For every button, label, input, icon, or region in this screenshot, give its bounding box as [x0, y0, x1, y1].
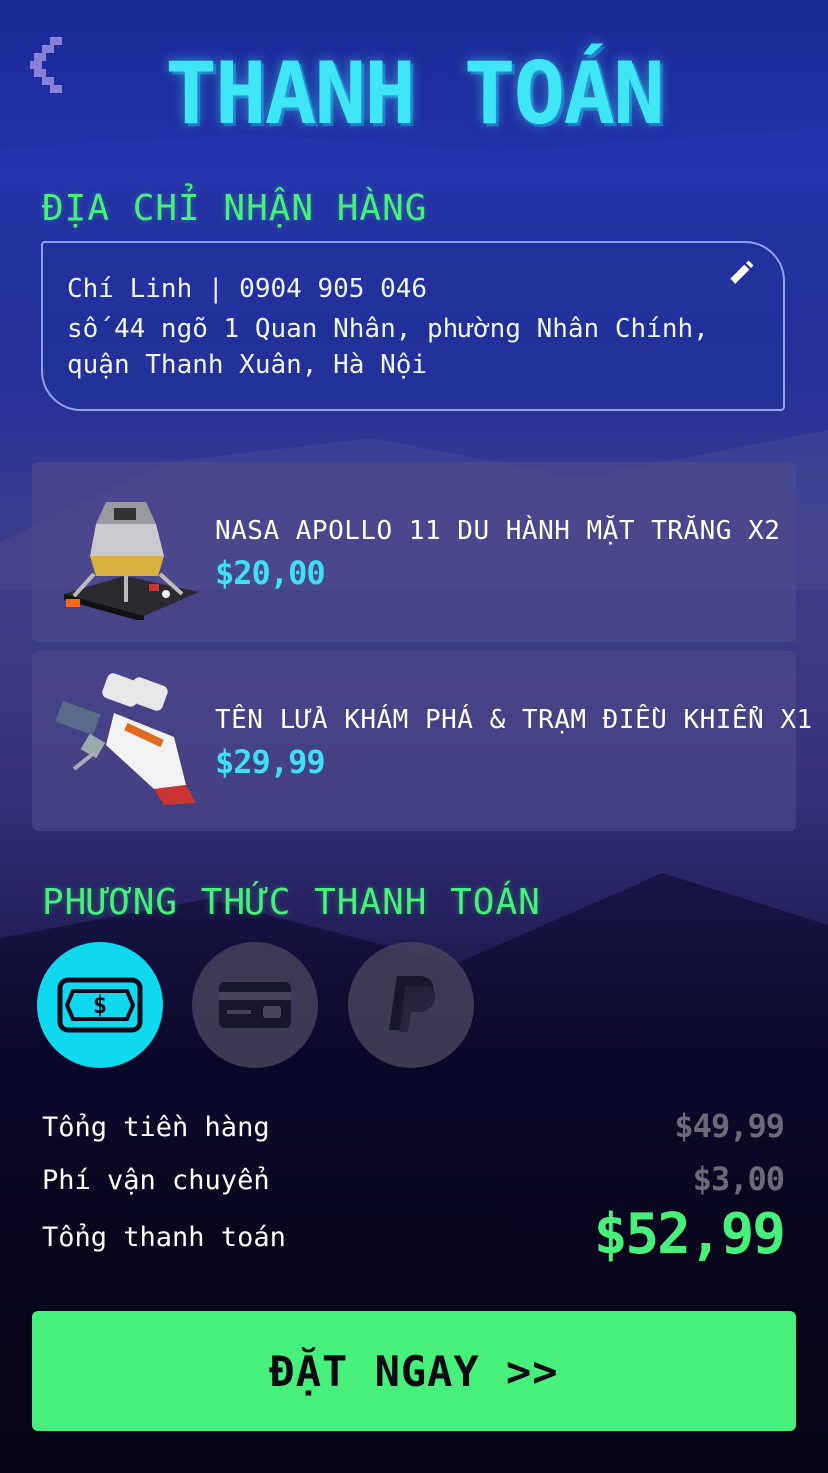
recipient-name-phone: Chí Linh | 0904 905 046 — [67, 274, 428, 304]
payment-method-cash[interactable]: $ — [37, 942, 163, 1068]
product-image-space-shuttle — [54, 673, 204, 809]
product-name: NASA APOLLO 11 DU HÀNH MẶT TRĂNG X2 — [215, 516, 781, 546]
pencil-icon — [728, 260, 754, 286]
product-card-1[interactable]: NASA APOLLO 11 DU HÀNH MẶT TRĂNG X2 $20,… — [32, 462, 796, 642]
total-label: Tổng thanh toán — [42, 1222, 286, 1253]
svg-text:$: $ — [93, 991, 107, 1019]
shipping-label: Phí vận chuyển — [42, 1165, 270, 1196]
credit-card-icon — [219, 982, 291, 1028]
product-price: $20,00 — [215, 554, 326, 592]
total-value: $52,99 — [593, 1202, 786, 1267]
space-shuttle-image — [55, 673, 196, 805]
address-card[interactable]: Chí Linh | 0904 905 046 số 44 ngõ 1 Quan… — [41, 241, 785, 411]
product-card-2[interactable]: TÊN LỬA KHÁM PHÁ & TRẠM ĐIỀU KHIỂN X1 $2… — [32, 651, 812, 831]
subtotal-label: Tổng tiền hàng — [42, 1112, 270, 1143]
payment-method-card[interactable] — [192, 942, 318, 1068]
paypal-icon — [389, 976, 436, 1032]
edit-address-button[interactable] — [725, 259, 755, 289]
product-image-lunar-lander — [54, 484, 204, 622]
cash-icon: $ — [57, 977, 143, 1033]
payment-section-title: PHƯƠNG THỨC THANH TOÁN — [42, 882, 541, 923]
shipping-value: $3,00 — [692, 1160, 785, 1198]
subtotal-value: $49,99 — [674, 1107, 785, 1145]
product-name: TÊN LỬA KHÁM PHÁ & TRẠM ĐIỀU KHIỂN X1 — [215, 705, 813, 735]
recipient-address: số 44 ngõ 1 Quan Nhân, phường Nhân Chính… — [67, 314, 709, 380]
lunar-lander-image — [64, 502, 199, 622]
payment-method-paypal[interactable] — [348, 942, 474, 1068]
place-order-button[interactable]: ĐẶT NGAY >> — [32, 1311, 796, 1431]
page-title: THANH TOÁN — [165, 44, 665, 144]
product-price: $29,99 — [215, 743, 326, 781]
address-section-title: ĐỊA CHỈ NHẬN HÀNG — [42, 188, 428, 229]
